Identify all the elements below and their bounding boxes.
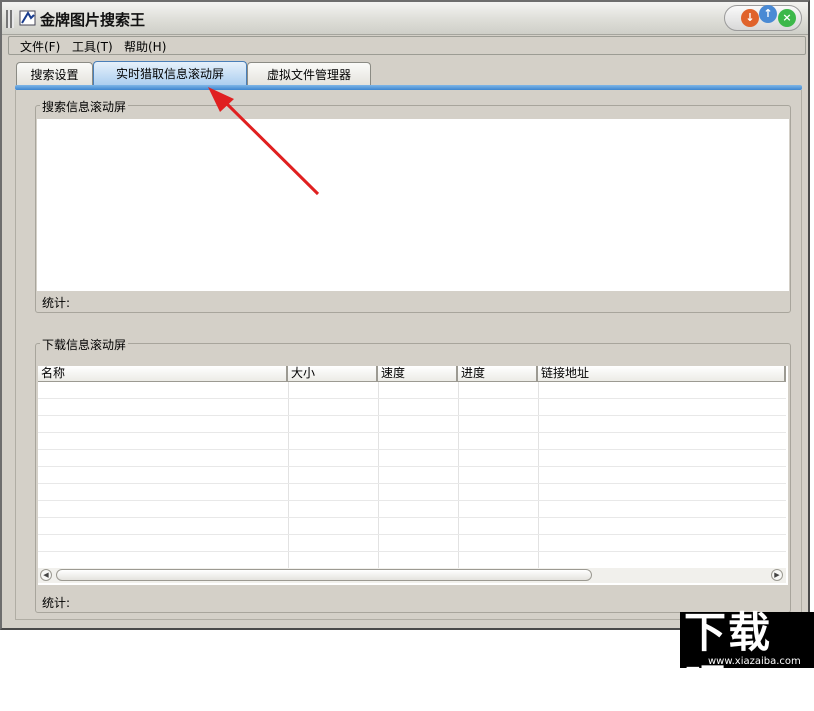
- annotation-arrow: [220, 97, 320, 196]
- watermark-url: www.xiazaiba.com: [708, 656, 801, 667]
- annotation-overlay: [208, 87, 320, 196]
